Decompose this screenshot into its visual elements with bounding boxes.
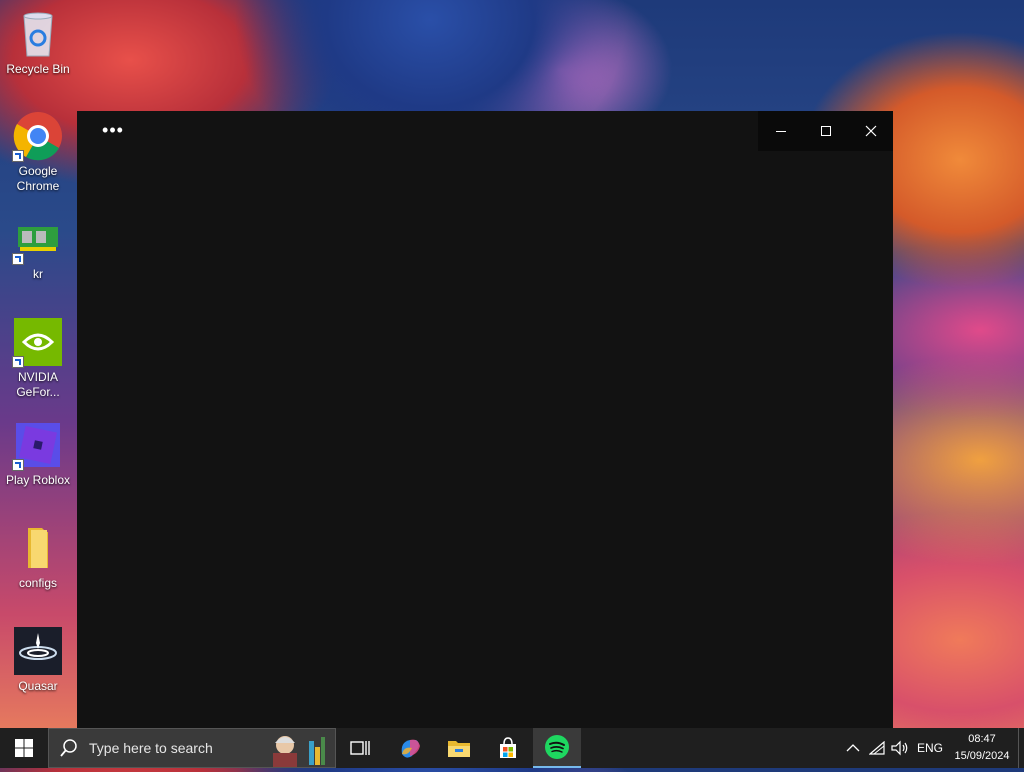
spotify-icon — [545, 735, 569, 759]
desktop-icon-quasar[interactable]: Quasar — [3, 625, 73, 694]
taskbar-app-microsoft-store[interactable] — [484, 728, 532, 768]
taskbar-search-box[interactable]: Type here to search — [48, 728, 336, 768]
minimize-button[interactable] — [758, 111, 803, 151]
taskbar: Type here to search ENG 08:47 15/09/2024 — [0, 728, 1024, 768]
show-hidden-icons-button[interactable] — [842, 728, 864, 768]
shortcut-arrow-icon — [12, 459, 24, 471]
desktop-icon-configs[interactable]: configs — [3, 522, 73, 591]
store-icon — [500, 737, 516, 758]
more-options-button[interactable]: ••• — [97, 121, 129, 143]
taskbar-app-file-explorer[interactable] — [435, 728, 483, 768]
network-button[interactable] — [866, 728, 888, 768]
chrome-icon — [12, 110, 64, 162]
desktop-icon-label: Quasar — [18, 679, 58, 693]
clock-time: 08:47 — [968, 733, 996, 745]
maximize-button[interactable] — [803, 111, 848, 151]
shortcut-arrow-icon — [12, 356, 24, 368]
desktop-icon-google-chrome[interactable]: Google Chrome — [3, 110, 73, 194]
task-view-icon — [350, 741, 370, 755]
start-button[interactable] — [0, 728, 48, 768]
clock-date: 15/09/2024 — [954, 750, 1010, 762]
desktop-icon-recycle-bin[interactable]: Recycle Bin — [3, 8, 73, 77]
desktop-icon-label: Recycle Bin — [6, 62, 70, 76]
recycle-bin-icon — [12, 8, 64, 60]
taskbar-app-copilot[interactable] — [386, 728, 434, 768]
show-desktop-button[interactable] — [1018, 728, 1024, 768]
app-window[interactable]: ••• — [77, 111, 893, 728]
desktop-icon-label: Google Chrome — [16, 164, 60, 193]
search-icon — [60, 739, 77, 757]
memory-chip-icon — [12, 213, 64, 265]
taskbar-app-spotify[interactable] — [533, 728, 581, 768]
shortcut-arrow-icon — [12, 150, 24, 162]
quasar-icon — [12, 625, 64, 677]
windows-logo-icon — [15, 739, 33, 757]
folder-icon — [448, 741, 470, 757]
volume-button[interactable] — [889, 728, 911, 768]
desktop-icon-kr[interactable]: kr — [3, 213, 73, 282]
maximize-icon — [820, 126, 831, 136]
desktop-icon-play-roblox[interactable]: Play Roblox — [3, 419, 73, 488]
chevron-up-icon — [846, 744, 860, 752]
desktop-icon-label: NVIDIA GeFor... — [16, 370, 60, 399]
desktop-icon-nvidia-geforce[interactable]: NVIDIA GeFor... — [3, 316, 73, 400]
desktop-icon-label: kr — [33, 267, 43, 281]
nvidia-icon — [12, 316, 64, 368]
folder-icon — [12, 522, 64, 574]
input-language-button[interactable]: ENG — [914, 728, 946, 768]
shortcut-arrow-icon — [12, 253, 24, 265]
speaker-icon — [891, 740, 908, 756]
network-icon — [869, 741, 885, 755]
roblox-icon — [12, 419, 64, 471]
task-view-button[interactable] — [336, 728, 384, 768]
window-caption-controls — [758, 111, 893, 151]
copilot-icon — [401, 739, 420, 758]
clock-button[interactable]: 08:47 15/09/2024 — [950, 731, 1014, 765]
close-icon — [865, 125, 876, 137]
desktop-icon-label: configs — [18, 576, 58, 590]
minimize-icon — [775, 131, 786, 132]
search-placeholder: Type here to search — [89, 740, 213, 756]
desktop-icon-label: Play Roblox — [5, 473, 71, 487]
close-button[interactable] — [848, 111, 893, 151]
search-highlight-illustration-icon — [267, 731, 329, 772]
